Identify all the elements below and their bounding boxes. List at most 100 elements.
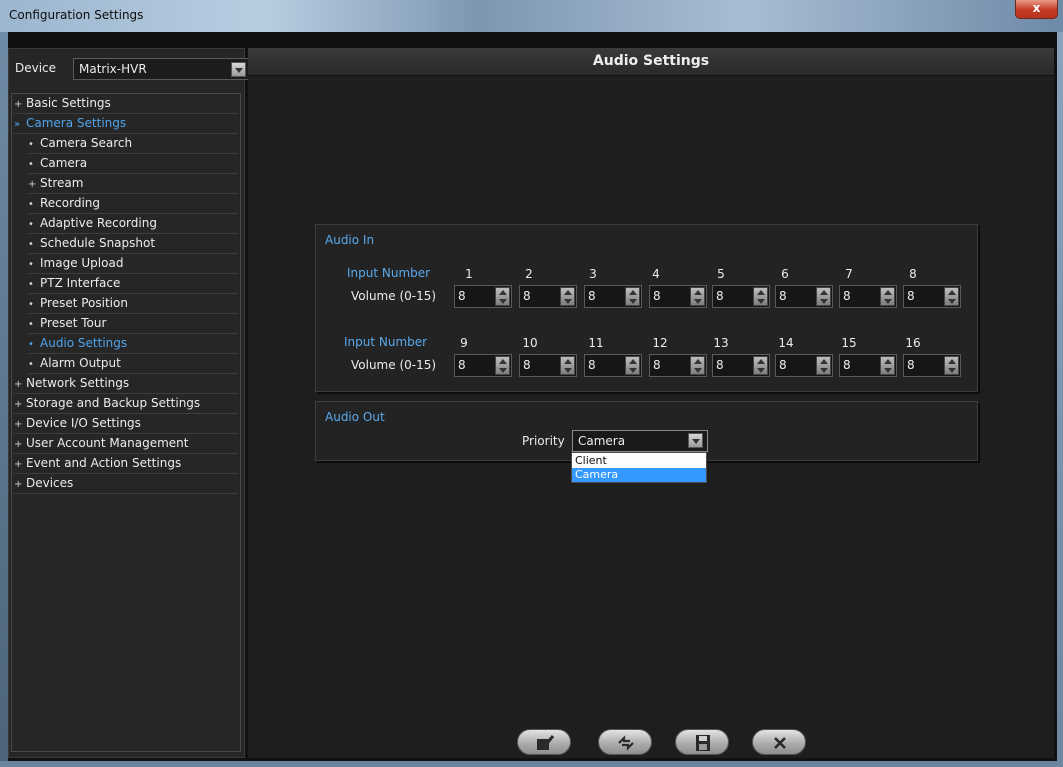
volume-stepper[interactable]: 8 [454,354,512,377]
stepper-arrows[interactable] [560,287,575,306]
sidebar-item[interactable]: » Camera Settings [14,114,238,134]
sidebar-item[interactable]: • Alarm Output [28,354,238,374]
stepper-arrows[interactable] [944,356,959,375]
stepper-arrows[interactable] [753,287,768,306]
sidebar-item[interactable]: • Adaptive Recording [28,214,238,234]
stepper-arrows[interactable] [625,356,640,375]
volume-stepper[interactable]: 8 [775,285,833,308]
volume-stepper[interactable]: 8 [903,354,961,377]
sidebar-item[interactable]: + Basic Settings [14,94,238,114]
sidebar-item[interactable]: + Stream [28,174,238,194]
stepper-arrows[interactable] [560,356,575,375]
sidebar-item[interactable]: • Audio Settings [28,334,238,354]
volume-value[interactable]: 8 [523,358,531,372]
volume-stepper[interactable]: 8 [649,354,707,377]
sidebar-item[interactable]: + Event and Action Settings [14,454,238,474]
chevron-up-icon[interactable] [629,290,637,295]
volume-value[interactable]: 8 [458,289,466,303]
stepper-arrows[interactable] [753,356,768,375]
chevron-up-icon[interactable] [629,359,637,364]
sidebar-item[interactable]: • Preset Position [28,294,238,314]
volume-stepper[interactable]: 8 [775,354,833,377]
sidebar-item[interactable]: + Devices [14,474,238,494]
chevron-down-icon[interactable] [694,299,702,304]
sidebar-item[interactable]: + Storage and Backup Settings [14,394,238,414]
volume-stepper[interactable]: 8 [519,354,577,377]
sidebar-item[interactable]: + User Account Management [14,434,238,454]
chevron-up-icon[interactable] [499,359,507,364]
stepper-arrows[interactable] [625,287,640,306]
volume-value[interactable]: 8 [907,289,915,303]
volume-value[interactable]: 8 [716,358,724,372]
chevron-up-icon[interactable] [948,290,956,295]
chevron-down-icon[interactable] [231,62,246,77]
volume-stepper[interactable]: 8 [584,285,642,308]
stepper-arrows[interactable] [495,356,510,375]
apply-button[interactable] [517,729,571,755]
chevron-down-icon[interactable] [688,433,703,448]
volume-value[interactable]: 8 [779,289,787,303]
volume-stepper[interactable]: 8 [584,354,642,377]
sidebar-item[interactable]: + Network Settings [14,374,238,394]
priority-option-camera[interactable]: Camera [572,468,706,482]
refresh-button[interactable] [598,729,652,755]
sidebar-item[interactable]: • Schedule Snapshot [28,234,238,254]
chevron-down-icon[interactable] [820,368,828,373]
volume-value[interactable]: 8 [843,289,851,303]
volume-stepper[interactable]: 8 [839,354,897,377]
window-close-button[interactable]: x [1015,0,1058,19]
chevron-down-icon[interactable] [820,299,828,304]
sidebar-item[interactable]: • Camera Search [28,134,238,154]
stepper-arrows[interactable] [816,356,831,375]
priority-select[interactable]: Camera [572,430,708,452]
priority-option-client[interactable]: Client [572,454,706,468]
chevron-down-icon[interactable] [948,368,956,373]
stepper-arrows[interactable] [690,287,705,306]
volume-value[interactable]: 8 [653,358,661,372]
chevron-up-icon[interactable] [499,290,507,295]
volume-stepper[interactable]: 8 [712,285,770,308]
sidebar-item[interactable]: • Recording [28,194,238,214]
sidebar-item[interactable]: + Device I/O Settings [14,414,238,434]
stepper-arrows[interactable] [944,287,959,306]
chevron-up-icon[interactable] [884,359,892,364]
volume-value[interactable]: 8 [523,289,531,303]
chevron-down-icon[interactable] [499,299,507,304]
chevron-down-icon[interactable] [757,368,765,373]
chevron-down-icon[interactable] [757,299,765,304]
volume-value[interactable]: 8 [907,358,915,372]
chevron-down-icon[interactable] [499,368,507,373]
sidebar-item[interactable]: • Image Upload [28,254,238,274]
volume-stepper[interactable]: 8 [519,285,577,308]
volume-value[interactable]: 8 [458,358,466,372]
chevron-up-icon[interactable] [884,290,892,295]
volume-value[interactable]: 8 [588,358,596,372]
save-button[interactable] [675,729,729,755]
chevron-down-icon[interactable] [948,299,956,304]
chevron-down-icon[interactable] [884,368,892,373]
chevron-down-icon[interactable] [564,368,572,373]
chevron-down-icon[interactable] [694,368,702,373]
stepper-arrows[interactable] [816,287,831,306]
chevron-up-icon[interactable] [757,359,765,364]
chevron-down-icon[interactable] [629,299,637,304]
sidebar-item[interactable]: • Camera [28,154,238,174]
volume-stepper[interactable]: 8 [839,285,897,308]
volume-stepper[interactable]: 8 [649,285,707,308]
chevron-up-icon[interactable] [820,290,828,295]
volume-stepper[interactable]: 8 [712,354,770,377]
stepper-arrows[interactable] [880,287,895,306]
sidebar-item[interactable]: • Preset Tour [28,314,238,334]
chevron-up-icon[interactable] [757,290,765,295]
volume-stepper[interactable]: 8 [454,285,512,308]
stepper-arrows[interactable] [495,287,510,306]
stepper-arrows[interactable] [690,356,705,375]
chevron-up-icon[interactable] [564,290,572,295]
chevron-up-icon[interactable] [820,359,828,364]
chevron-down-icon[interactable] [884,299,892,304]
volume-value[interactable]: 8 [779,358,787,372]
chevron-up-icon[interactable] [694,359,702,364]
stepper-arrows[interactable] [880,356,895,375]
chevron-up-icon[interactable] [564,359,572,364]
volume-value[interactable]: 8 [716,289,724,303]
